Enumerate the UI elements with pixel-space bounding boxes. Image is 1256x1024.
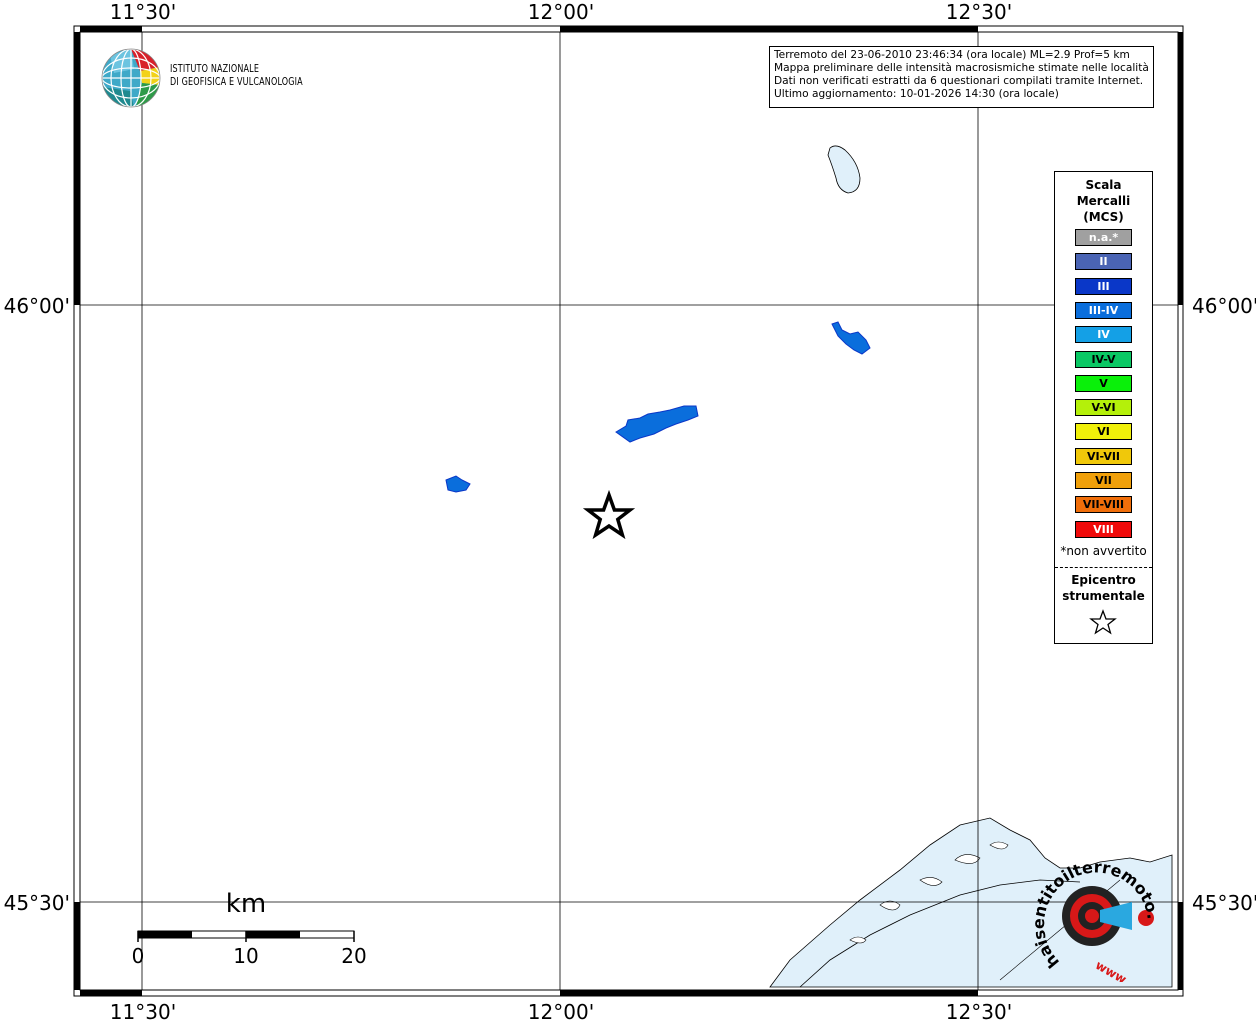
legend-level-swatch: VI (1075, 423, 1132, 441)
legend-level-swatch: VI-VII (1075, 447, 1132, 465)
scale-label: 0 (131, 944, 145, 968)
legend-title-line: Mercalli (1076, 194, 1131, 208)
ingv-globe-logo-icon (101, 48, 161, 108)
epicenter-legend-label: Epicentro strumentale (1055, 572, 1152, 604)
event-info-box: Terremoto del 23-06-2010 23:46:34 (ora l… (769, 46, 1154, 108)
epicenter-label-line: Epicentro (1071, 573, 1136, 587)
logo-line: ISTITUTO NAZIONALE (170, 63, 260, 75)
legend-level-swatch: IV (1075, 326, 1132, 344)
legend-divider (1055, 567, 1152, 568)
epicenter-label-line: strumentale (1062, 589, 1145, 603)
legend-title-line: Scala (1085, 178, 1122, 192)
legend-level-swatch: VII (1075, 472, 1132, 489)
legend-level-swatch: III-IV (1075, 301, 1132, 319)
intensity-legend: Scala Mercalli (MCS) n.a.* II III III-IV IV I… (1054, 171, 1153, 644)
legend-level-swatch: n.a.* (1075, 229, 1132, 246)
lat-label-left: 45°30' (3, 891, 70, 915)
epicenter-star-icon[interactable] (582, 489, 636, 540)
lon-label-top: 12°00' (527, 0, 595, 24)
lake (827, 145, 861, 194)
legend-note: *non avvertito (1060, 544, 1147, 558)
info-line: Terremoto del 23-06-2010 23:46:34 (ora l… (774, 49, 1130, 61)
legend-level-swatch: V (1075, 374, 1132, 392)
lat-label-left: 46°00' (3, 294, 70, 318)
intensity-area (615, 405, 699, 443)
lat-label-right: 45°30' (1192, 891, 1256, 915)
ingv-logo-text: ISTITUTO NAZIONALE DI GEOFISICA E VULCAN… (170, 63, 303, 89)
scale-bar (137, 930, 355, 942)
legend-title-line: (MCS) (1083, 210, 1124, 224)
lon-label-bottom: 12°00' (527, 1000, 595, 1024)
info-line: Mappa preliminare delle intensità macros… (774, 62, 1149, 74)
legend-level-swatch: V-VI (1075, 399, 1132, 417)
info-line: Dati non verificati estratti da 6 questi… (774, 75, 1144, 87)
scale-unit: km (225, 889, 267, 919)
legend-level-swatch: VIII (1075, 520, 1132, 538)
intensity-area (831, 321, 871, 355)
info-line: Ultimo aggiornamento: 10-01-2026 14:30 (… (774, 88, 1059, 100)
scale-label: 10 (233, 944, 259, 968)
intensity-area (445, 475, 471, 493)
epicenter-star-icon (1089, 609, 1117, 635)
legend-level-swatch: IV-V (1075, 350, 1132, 368)
watermark-prefix: www. (1093, 958, 1132, 982)
legend-level-swatch: II (1075, 253, 1132, 271)
lon-label-bottom: 11°30' (109, 1000, 177, 1024)
lon-label-top: 12°30' (945, 0, 1013, 24)
watermark-logo: haisentitoilterremoto.it www. (1030, 852, 1163, 982)
legend-level-swatch: VII-VIII (1075, 496, 1132, 514)
scale-label: 20 (341, 944, 367, 968)
lat-label-right: 46°00' (1192, 294, 1256, 318)
legend-title: Scala Mercalli (MCS) (1055, 177, 1152, 225)
logo-line: DI GEOFISICA E VULCANOLOGIA (170, 76, 303, 88)
lon-label-bottom: 12°30' (945, 1000, 1013, 1024)
lon-label-top: 11°30' (109, 0, 177, 24)
legend-level-swatch: III (1075, 277, 1132, 295)
